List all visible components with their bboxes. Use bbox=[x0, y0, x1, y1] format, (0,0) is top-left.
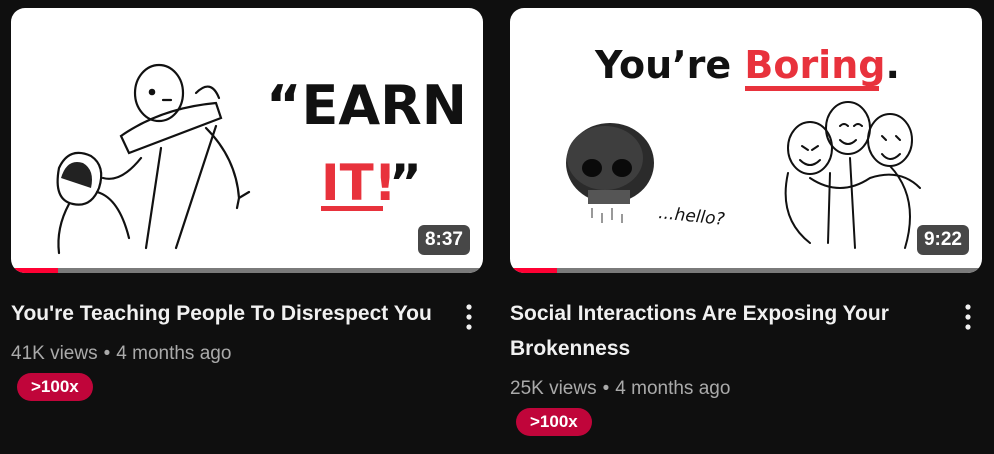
upload-age: 4 months ago bbox=[615, 378, 731, 399]
view-count: 41K views bbox=[11, 343, 98, 364]
video-thumbnail[interactable]: You’re Boring. ...hello? 9:22 bbox=[510, 8, 982, 273]
view-count: 25K views bbox=[510, 378, 597, 399]
svg-text:You’re Boring.: You’re Boring. bbox=[594, 43, 900, 87]
thumbnail-text-it: IT! bbox=[321, 154, 397, 212]
underline-decoration bbox=[321, 206, 383, 211]
video-title[interactable]: You're Teaching People To Disrespect You bbox=[11, 296, 443, 331]
video-title[interactable]: Social Interactions Are Exposing Your Br… bbox=[510, 296, 942, 366]
thumbnail-text-earn: “EARN bbox=[266, 74, 467, 137]
thumbnail-text-quote: ” bbox=[389, 154, 422, 212]
skull-illustration bbox=[566, 123, 654, 223]
duration-badge: 8:37 bbox=[417, 225, 470, 255]
speed-badge[interactable]: >100x bbox=[17, 373, 93, 401]
more-options-button[interactable] bbox=[958, 301, 978, 333]
speed-badge[interactable]: >100x bbox=[516, 408, 592, 436]
thumbnail-caption: ...hello? bbox=[657, 203, 725, 230]
kebab-menu-icon bbox=[965, 304, 971, 330]
video-stats: 25K views • 4 months ago bbox=[510, 376, 982, 402]
underline-decoration bbox=[745, 86, 879, 91]
separator-dot: • bbox=[602, 378, 610, 399]
video-card-1[interactable]: “EARN IT! ” 8:37 You're Teaching People … bbox=[11, 8, 483, 401]
thumbnail-text-prefix: You’re bbox=[594, 43, 744, 87]
video-stats: 41K views • 4 months ago bbox=[11, 341, 483, 367]
friends-illustration bbox=[784, 101, 921, 249]
thumbnail-text-boring: Boring bbox=[744, 43, 885, 87]
duration-badge: 9:22 bbox=[916, 225, 969, 255]
thumbnail-illustration: You’re Boring. ...hello? bbox=[566, 43, 921, 249]
upload-age: 4 months ago bbox=[116, 343, 232, 364]
separator-dot: • bbox=[103, 343, 111, 364]
more-options-button[interactable] bbox=[459, 301, 479, 333]
thumbnail-illustration: “EARN IT! ” bbox=[56, 63, 467, 255]
video-card-2[interactable]: You’re Boring. ...hello? 9:22 Social Int… bbox=[510, 8, 982, 436]
thumbnail-text-suffix: . bbox=[885, 43, 899, 87]
kebab-menu-icon bbox=[466, 304, 472, 330]
video-thumbnail[interactable]: “EARN IT! ” 8:37 bbox=[11, 8, 483, 273]
